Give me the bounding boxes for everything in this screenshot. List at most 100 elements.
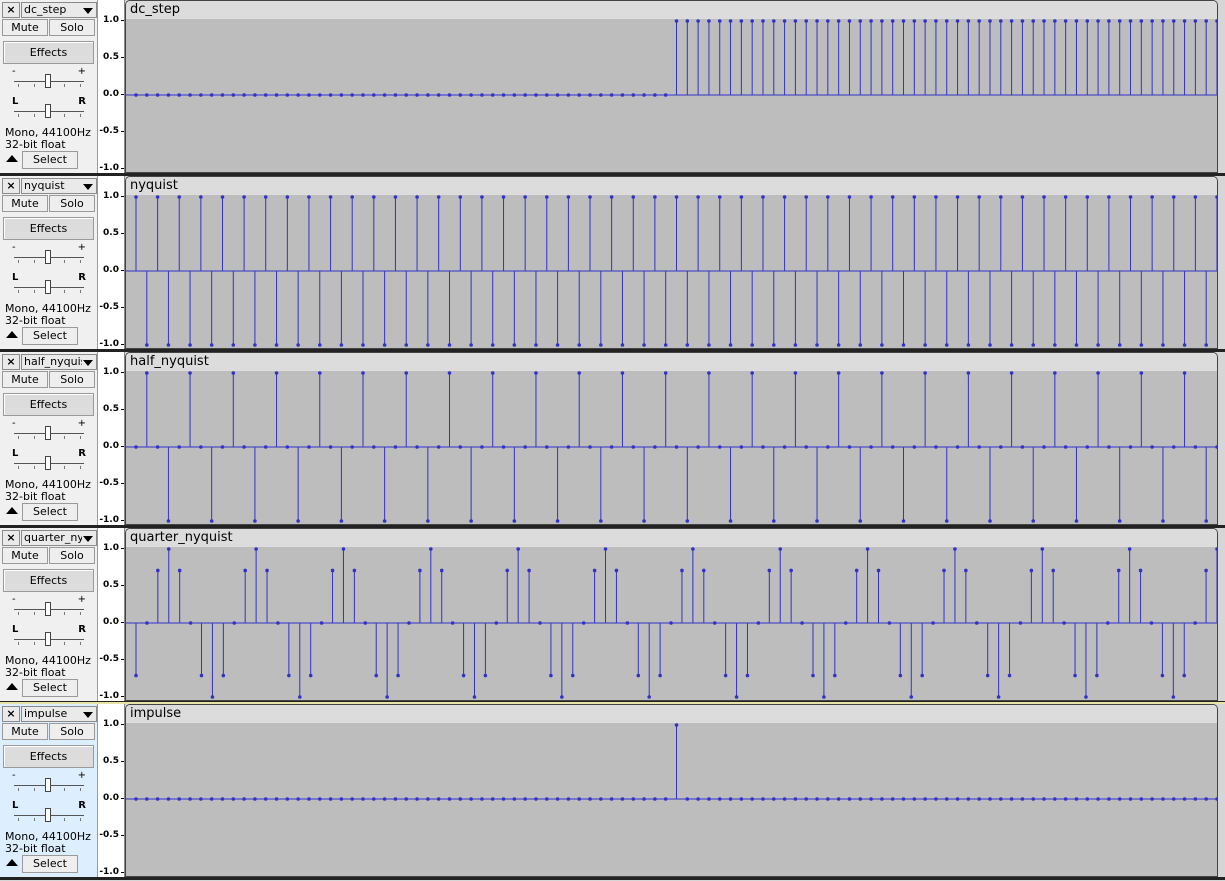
- sample-point: [1204, 519, 1208, 523]
- pan-slider[interactable]: L R: [10, 448, 88, 473]
- sample-point: [436, 93, 441, 97]
- sample-point: [469, 519, 473, 523]
- gain-slider[interactable]: - +: [10, 242, 88, 267]
- track-name-menu[interactable]: impulse: [21, 706, 97, 722]
- track-name-menu[interactable]: quarter_nyquist: [21, 530, 97, 546]
- pan-slider-thumb[interactable]: [45, 456, 51, 470]
- sample-point: [1095, 673, 1099, 678]
- track-title-bar: × impulse: [2, 706, 97, 722]
- sample-point: [166, 519, 171, 523]
- mute-button[interactable]: Mute: [2, 371, 48, 388]
- amplitude-ruler: 1.0 0.5 0.0 -0.5 -1.0: [98, 704, 125, 877]
- gain-slider[interactable]: - +: [10, 66, 88, 91]
- pan-slider-thumb[interactable]: [45, 280, 51, 294]
- sample-point: [231, 371, 236, 375]
- select-button[interactable]: Select: [22, 151, 78, 169]
- sample-point: [953, 547, 957, 551]
- collapse-arrow-icon[interactable]: [6, 683, 18, 690]
- select-button[interactable]: Select: [22, 503, 78, 521]
- effects-button[interactable]: Effects: [3, 569, 94, 592]
- select-button[interactable]: Select: [22, 855, 78, 873]
- ruler-tick-mark: [121, 233, 124, 234]
- sample-point: [912, 195, 917, 199]
- effects-button[interactable]: Effects: [3, 393, 94, 416]
- sample-point: [274, 797, 279, 801]
- solo-button[interactable]: Solo: [49, 547, 95, 564]
- gain-slider-thumb[interactable]: [45, 602, 51, 616]
- mute-button[interactable]: Mute: [2, 195, 48, 212]
- sample-point: [739, 195, 744, 199]
- pan-right-label: R: [78, 272, 86, 283]
- sample-point: [663, 371, 668, 375]
- mute-button[interactable]: Mute: [2, 547, 48, 564]
- effects-button[interactable]: Effects: [3, 217, 94, 240]
- pan-slider[interactable]: L R: [10, 96, 88, 121]
- pan-slider[interactable]: L R: [10, 624, 88, 649]
- gain-slider[interactable]: - +: [10, 770, 88, 795]
- pan-left-label: L: [12, 624, 19, 635]
- gain-slider-thumb[interactable]: [45, 74, 51, 88]
- sample-point: [155, 195, 160, 199]
- sample-point: [231, 797, 236, 801]
- sample-point: [407, 621, 411, 625]
- sample-point: [880, 19, 884, 23]
- pan-slider[interactable]: L R: [10, 800, 88, 825]
- sample-point: [242, 445, 246, 449]
- collapse-arrow-icon[interactable]: [6, 507, 18, 514]
- sample-point: [723, 673, 728, 678]
- sample-point: [328, 445, 333, 449]
- gain-slider-thumb[interactable]: [45, 426, 51, 440]
- solo-button[interactable]: Solo: [49, 371, 95, 388]
- sample-point: [534, 93, 538, 97]
- mute-button[interactable]: Mute: [2, 19, 48, 36]
- gain-slider-thumb[interactable]: [45, 778, 51, 792]
- close-icon[interactable]: ×: [2, 530, 20, 546]
- audio-track-half_nyquist: × half_nyquist Mute Solo Effects - +: [0, 352, 1225, 528]
- effects-button[interactable]: Effects: [3, 745, 94, 768]
- select-button[interactable]: Select: [22, 327, 78, 345]
- waveform-display[interactable]: quarter_nyquist: [125, 528, 1218, 701]
- gain-slider-thumb[interactable]: [45, 250, 51, 264]
- waveform-display[interactable]: dc_step: [125, 0, 1218, 173]
- pan-slider[interactable]: L R: [10, 272, 88, 297]
- track-control-panel: × half_nyquist Mute Solo Effects - +: [0, 352, 98, 525]
- sample-point: [1171, 19, 1176, 23]
- close-icon[interactable]: ×: [2, 706, 20, 722]
- select-button[interactable]: Select: [22, 679, 78, 697]
- close-icon[interactable]: ×: [2, 354, 20, 370]
- sample-point: [782, 195, 787, 199]
- close-icon[interactable]: ×: [2, 2, 20, 18]
- slider-tick: [34, 818, 35, 821]
- collapse-arrow-icon[interactable]: [6, 859, 18, 866]
- sample-point: [1204, 568, 1208, 573]
- sample-point: [977, 445, 981, 449]
- solo-button[interactable]: Solo: [49, 195, 95, 212]
- pan-slider-thumb[interactable]: [45, 104, 51, 118]
- track-title-bar: × half_nyquist: [2, 354, 97, 370]
- gain-slider[interactable]: - +: [10, 418, 88, 443]
- collapse-arrow-icon[interactable]: [6, 155, 18, 162]
- waveform-display[interactable]: nyquist: [125, 176, 1218, 349]
- pan-slider-thumb[interactable]: [45, 632, 51, 646]
- solo-button[interactable]: Solo: [49, 723, 95, 740]
- track-name-menu[interactable]: nyquist: [21, 178, 97, 194]
- waveform-display[interactable]: impulse: [125, 704, 1218, 877]
- sample-point: [966, 19, 971, 23]
- slider-tick: [80, 818, 81, 821]
- collapse-arrow-icon[interactable]: [6, 331, 18, 338]
- track-name-menu[interactable]: half_nyquist: [21, 354, 97, 370]
- pan-right-label: R: [78, 624, 86, 635]
- sample-point: [745, 673, 750, 678]
- close-icon[interactable]: ×: [2, 178, 20, 194]
- gain-slider[interactable]: - +: [10, 594, 88, 619]
- pan-slider-thumb[interactable]: [45, 808, 51, 822]
- effects-button[interactable]: Effects: [3, 41, 94, 64]
- waveform-display[interactable]: half_nyquist: [125, 352, 1218, 525]
- track-name-menu[interactable]: dc_step: [21, 2, 97, 18]
- mute-button[interactable]: Mute: [2, 723, 48, 740]
- sample-point: [523, 93, 527, 97]
- sample-point: [220, 797, 225, 801]
- sample-point: [1182, 19, 1187, 23]
- solo-button[interactable]: Solo: [49, 19, 95, 36]
- sample-point: [761, 445, 765, 449]
